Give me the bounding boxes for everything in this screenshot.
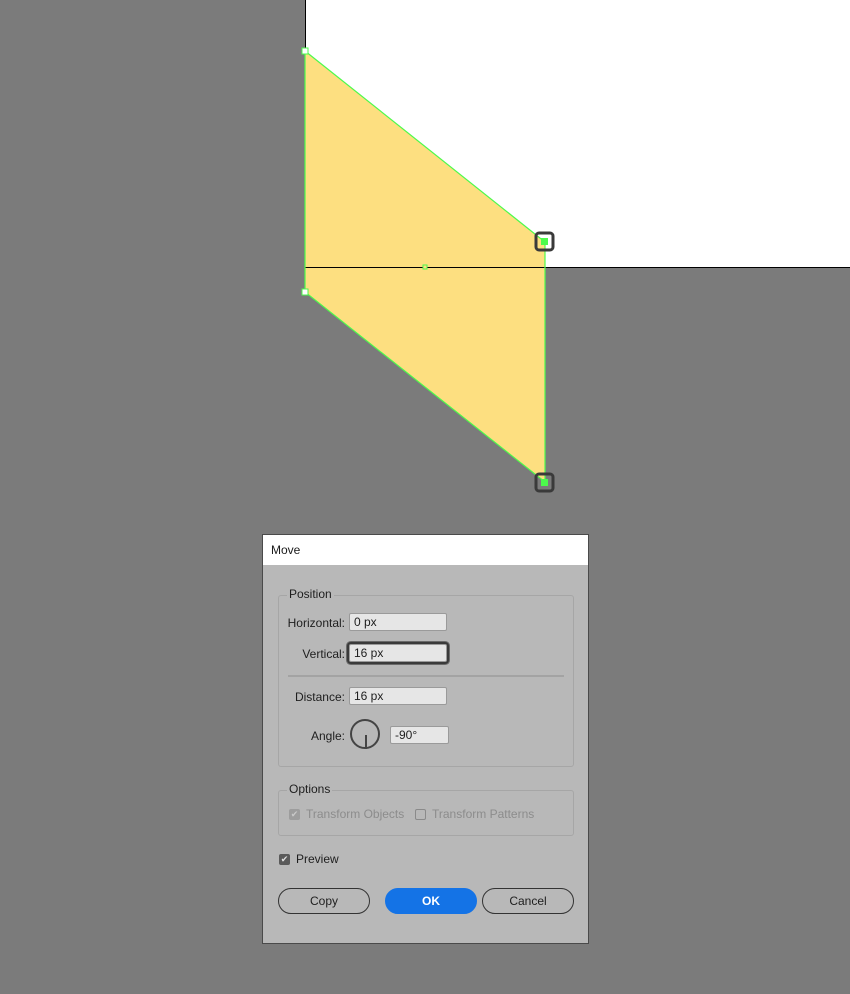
options-group: Options ✔ Transform Objects Transform Pa… [278, 782, 574, 836]
angle-label: Angle: [310, 729, 345, 743]
angle-input[interactable] [390, 726, 449, 744]
vertical-input[interactable] [349, 644, 447, 662]
vertical-label: Vertical: [302, 647, 345, 661]
transform-patterns-label: Transform Patterns [432, 807, 535, 821]
checkbox-empty-icon[interactable] [415, 808, 426, 820]
checkmark-icon[interactable]: ✔ [289, 808, 300, 820]
position-divider [288, 675, 564, 677]
selected-anchor-top-right-fill [541, 238, 548, 245]
move-dialog: Move Position Horizontal: Vertical: Dist… [262, 534, 589, 944]
anchor-point-top-left[interactable] [301, 47, 309, 55]
anchor-point-bottom-left[interactable] [301, 288, 309, 296]
selected-anchor-bottom-right-fill [541, 479, 548, 486]
copy-button[interactable]: Copy [278, 888, 370, 914]
ok-button[interactable]: OK [385, 888, 477, 914]
transform-objects-label: Transform Objects [306, 807, 405, 821]
options-legend: Options [287, 782, 333, 796]
transform-objects-option[interactable]: ✔ Transform Objects [289, 807, 404, 821]
angle-dial-needle [365, 735, 367, 749]
checkmark-icon[interactable]: ✔ [279, 853, 290, 865]
cancel-button[interactable]: Cancel [482, 888, 574, 914]
position-group: Position Horizontal: Vertical: Distance:… [278, 587, 574, 767]
preview-label: Preview [296, 852, 339, 866]
distance-input[interactable] [349, 687, 447, 705]
horizontal-label: Horizontal: [287, 616, 345, 630]
position-legend: Position [287, 587, 334, 601]
angle-dial[interactable] [350, 719, 380, 749]
distance-label: Distance: [294, 690, 345, 704]
center-point[interactable] [422, 264, 428, 270]
dialog-title[interactable]: Move [263, 535, 588, 565]
transform-patterns-option[interactable]: Transform Patterns [415, 807, 534, 821]
horizontal-input[interactable] [349, 613, 447, 631]
preview-option[interactable]: ✔ Preview [279, 852, 339, 866]
